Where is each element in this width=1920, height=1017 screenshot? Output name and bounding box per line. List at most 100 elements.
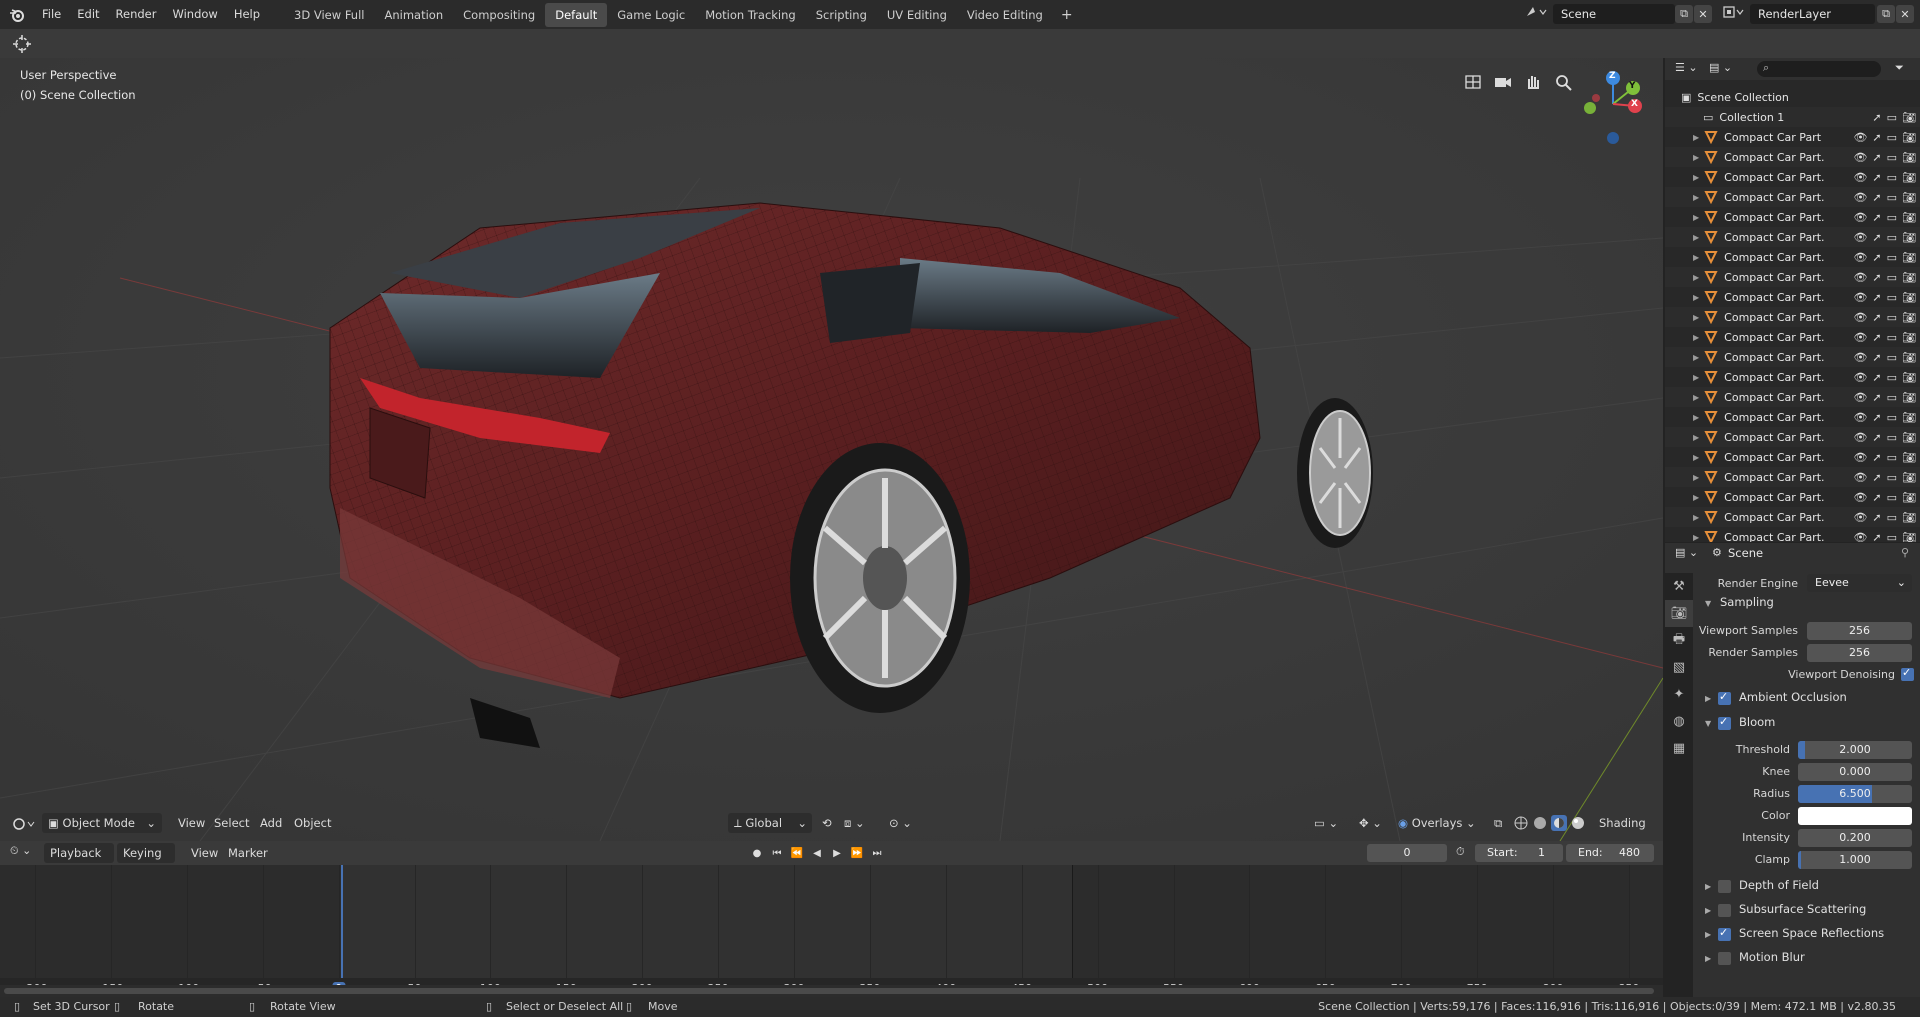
render-toggle-icon[interactable]: 📷︎ (1902, 351, 1916, 364)
world-tab-icon[interactable]: ◍ (1665, 708, 1693, 735)
editor-type-icon[interactable] (10, 814, 38, 837)
outliner-row-object[interactable]: ▶ Compact Car Part.0 👁︎ ➚ ▭ 📷︎ (1665, 307, 1920, 327)
render-toggle-icon[interactable]: 📷︎ (1902, 111, 1916, 124)
blender-logo-icon[interactable] (0, 0, 34, 29)
depth-of-field-checkbox[interactable] (1718, 880, 1731, 893)
eye-icon[interactable]: 👁︎ (1853, 251, 1867, 264)
ssr-expand-icon[interactable]: ▶ (1705, 930, 1711, 939)
delete-scene-icon[interactable]: ✕ (1694, 5, 1712, 23)
pan-view-icon[interactable] (1522, 72, 1544, 95)
expand-arrow-icon[interactable]: ▶ (1693, 393, 1699, 402)
expand-arrow-icon[interactable]: ▶ (1693, 513, 1699, 522)
viewport-toggle-icon[interactable]: ▭ (1887, 371, 1897, 384)
eye-icon[interactable]: 👁︎ (1853, 411, 1867, 424)
render-toggle-icon[interactable]: 📷︎ (1902, 491, 1916, 504)
select-toggle-icon[interactable]: ➚ (1872, 391, 1881, 404)
viewport-toggle-icon[interactable]: ▭ (1887, 391, 1897, 404)
texture-tab-icon[interactable]: ▦ (1665, 735, 1693, 762)
viewport-toggle-icon[interactable]: ▭ (1887, 531, 1897, 543)
jump-end-icon[interactable]: ⏭ (868, 844, 886, 862)
eye-icon[interactable]: 👁︎ (1853, 171, 1867, 184)
ssr-checkbox[interactable] (1718, 926, 1731, 941)
render-toggle-icon[interactable]: 📷︎ (1902, 231, 1916, 244)
viewport-toggle-icon[interactable]: ▭ (1887, 351, 1897, 364)
viewport-toggle-icon[interactable]: ▭ (1887, 511, 1897, 524)
render-layer-field[interactable]: RenderLayer (1750, 4, 1875, 24)
end-frame-field[interactable]: End: 480 (1566, 844, 1654, 862)
eye-icon[interactable]: 👁︎ (1853, 291, 1867, 304)
tab-scripting[interactable]: Scripting (806, 3, 877, 27)
add-workspace-button[interactable]: + (1053, 7, 1081, 23)
outliner-row-object[interactable]: ▶ Compact Car Part.0 👁︎ ➚ ▭ 📷︎ (1665, 187, 1920, 207)
mode-dropdown[interactable]: ▣ Object Mode ⌄ (42, 813, 162, 833)
render-samples-field[interactable]: 256 (1807, 644, 1912, 662)
threshold-slider[interactable]: 2.000 (1798, 741, 1912, 759)
render-toggle-icon[interactable]: 📷︎ (1902, 451, 1916, 464)
select-toggle-icon[interactable]: ➚ (1872, 131, 1881, 144)
eye-icon[interactable]: 👁︎ (1853, 371, 1867, 384)
gizmos-icon[interactable]: ✥ ⌄ (1353, 813, 1388, 833)
menu-help[interactable]: Help (226, 0, 268, 29)
eye-icon[interactable]: 👁︎ (1853, 431, 1867, 444)
tab-uv-editing[interactable]: UV Editing (877, 3, 957, 27)
output-tab-icon[interactable]: 🖶︎ (1665, 627, 1693, 654)
viewport-toggle-icon[interactable]: ▭ (1887, 431, 1897, 444)
outliner-row-object[interactable]: ▶ Compact Car Part.0 👁︎ ➚ ▭ 📷︎ (1665, 527, 1920, 542)
outliner-row-object[interactable]: ▶ Compact Car Part.0 👁︎ ➚ ▭ 📷︎ (1665, 227, 1920, 247)
select-toggle-icon[interactable]: ➚ (1872, 231, 1881, 244)
expand-arrow-icon[interactable]: ▶ (1693, 273, 1699, 282)
outliner-row-object[interactable]: ▶ Compact Car Part.0 👁︎ ➚ ▭ 📷︎ (1665, 147, 1920, 167)
play-icon[interactable]: ▶ (828, 844, 846, 862)
outliner-row-object[interactable]: ▶ Compact Car Part.0 👁︎ ➚ ▭ 📷︎ (1665, 367, 1920, 387)
view-layer-tab-icon[interactable]: ▧ (1665, 654, 1693, 681)
expand-arrow-icon[interactable]: ▶ (1693, 333, 1699, 342)
eye-icon[interactable]: 👁︎ (1853, 531, 1867, 543)
outliner-row-scene-collection[interactable]: ▣ Scene Collection (1665, 87, 1920, 107)
render-toggle-icon[interactable]: 📷︎ (1902, 411, 1916, 424)
jump-keyframe-forward-icon[interactable]: ⏩ (848, 844, 866, 862)
render-toggle-icon[interactable]: 📷︎ (1902, 311, 1916, 324)
select-toggle-icon[interactable]: ➚ (1872, 251, 1881, 264)
motion-blur-checkbox[interactable] (1718, 952, 1731, 965)
record-icon[interactable]: ● (748, 844, 766, 862)
ao-expand-icon[interactable]: ▶ (1705, 694, 1711, 703)
select-toggle-icon[interactable]: ➚ (1872, 331, 1881, 344)
view-object-types-icon[interactable]: ▭ ⌄ (1308, 813, 1344, 833)
viewport-toggle-icon[interactable]: ▭ (1887, 151, 1897, 164)
expand-arrow-icon[interactable]: ▶ (1693, 413, 1699, 422)
menu-window[interactable]: Window (164, 0, 225, 29)
tab-animation[interactable]: Animation (374, 3, 453, 27)
eye-icon[interactable]: 👁︎ (1853, 351, 1867, 364)
subsurface-scattering-checkbox[interactable] (1718, 904, 1731, 917)
outliner-row-object[interactable]: ▶ Compact Car Part.0 👁︎ ➚ ▭ 📷︎ (1665, 387, 1920, 407)
select-toggle-icon[interactable]: ➚ (1872, 311, 1881, 324)
outliner-row-object[interactable]: ▶ Compact Car Part.0 👁︎ ➚ ▭ 📷︎ (1665, 247, 1920, 267)
tab-motion-tracking[interactable]: Motion Tracking (695, 3, 806, 27)
menu-view[interactable]: View (172, 813, 211, 833)
timeline-body[interactable]: -200-150-100-500501001502002503003504004… (0, 865, 1663, 985)
3d-viewport[interactable]: User Perspective (0) Scene Collection Z … (0, 58, 1663, 841)
expand-arrow-icon[interactable]: ▶ (1693, 373, 1699, 382)
render-layer-icon[interactable] (1722, 4, 1746, 23)
properties-editor[interactable]: ▤ ⌄ ⚙ Scene ⚲ ⚒ 📷︎ 🖶︎ ▧ ✦ ◍ ▦ Render Eng… (1665, 543, 1920, 998)
select-toggle-icon[interactable]: ➚ (1872, 471, 1881, 484)
wireframe-shading-icon[interactable] (1513, 815, 1529, 834)
ortho-toggle-icon[interactable] (1462, 72, 1484, 95)
ambient-occlusion-title[interactable]: Ambient Occlusion (1739, 690, 1847, 704)
playback-menu[interactable]: Playback ⌄ (44, 843, 114, 880)
bloom-title[interactable]: Bloom (1739, 715, 1775, 729)
select-toggle-icon[interactable]: ➚ (1872, 451, 1881, 464)
depth-of-field-title[interactable]: Depth of Field (1739, 878, 1819, 892)
select-toggle-icon[interactable]: ➚ (1872, 151, 1881, 164)
viewport-toggle-icon[interactable]: ▭ (1887, 191, 1897, 204)
tab-video-editing[interactable]: Video Editing (957, 3, 1053, 27)
eye-icon[interactable]: 👁︎ (1853, 451, 1867, 464)
menu-file[interactable]: File (34, 0, 69, 29)
menu-add[interactable]: Add (254, 813, 288, 833)
cursor-tool-icon[interactable] (12, 34, 32, 57)
viewport-toggle-icon[interactable]: ▭ (1887, 131, 1897, 144)
eye-icon[interactable]: 👁︎ (1853, 511, 1867, 524)
radius-slider[interactable]: 6.500 (1798, 785, 1912, 803)
select-toggle-icon[interactable]: ➚ (1872, 511, 1881, 524)
expand-arrow-icon[interactable]: ▶ (1693, 313, 1699, 322)
